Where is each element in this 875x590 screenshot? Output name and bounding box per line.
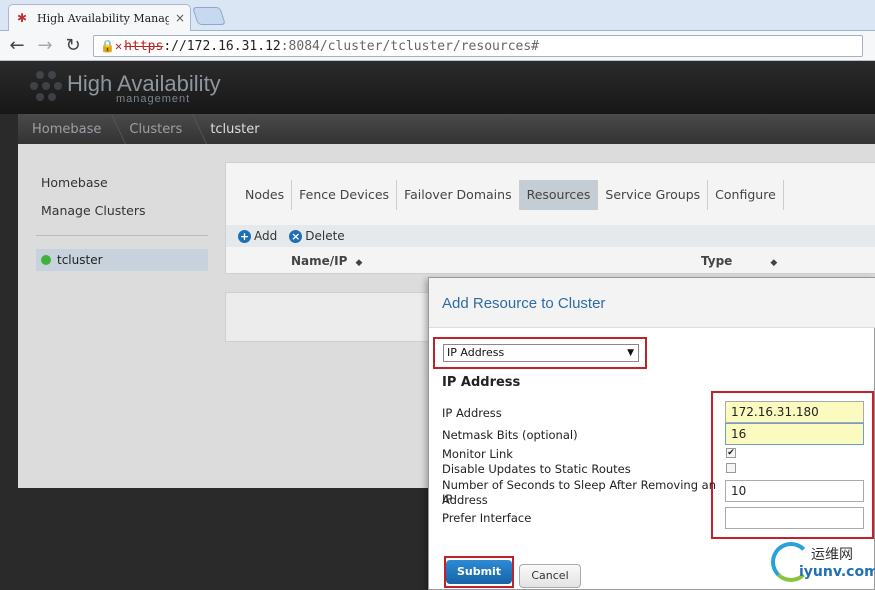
column-header-type[interactable]: Type ◆	[701, 254, 777, 268]
url-path: :8084/cluster/tcluster/resources#	[280, 38, 539, 54]
tab-nodes[interactable]: Nodes	[238, 180, 293, 210]
delete-icon: ×	[289, 229, 303, 243]
back-icon[interactable]: ←	[6, 35, 28, 57]
resource-type-value: IP Address	[447, 346, 505, 359]
tab-service-groups[interactable]: Service Groups	[598, 180, 709, 210]
dialog-header: Add Resource to Cluster	[429, 278, 875, 328]
monitor-link-label: Monitor Link	[442, 447, 513, 461]
resource-type-select[interactable]: IP Address ▼	[443, 344, 639, 362]
url-separator: ://	[163, 38, 187, 54]
address-bar[interactable]: 🔒✕ https :// 172.16.31.12 :8084/cluster/…	[93, 35, 863, 57]
cluster-tabs: Nodes Fence Devices Failover Domains Res…	[238, 180, 784, 210]
sort-icon[interactable]: ◆	[770, 258, 777, 268]
disable-updates-checkbox[interactable]	[726, 463, 736, 473]
sleep-seconds-label-cont: Address	[442, 493, 488, 507]
tab-resources[interactable]: Resources	[519, 180, 599, 210]
insecure-lock-icon[interactable]: 🔒✕	[100, 39, 122, 53]
action-bar: + Add × Delete	[226, 225, 875, 247]
netmask-input[interactable]: 16	[725, 423, 864, 445]
tab-failover-domains[interactable]: Failover Domains	[397, 180, 520, 210]
ip-address-input[interactable]: 172.16.31.180	[725, 401, 864, 423]
plus-icon: +	[238, 229, 251, 243]
dropdown-arrow-icon: ▼	[627, 348, 634, 358]
delete-label: Delete	[305, 229, 345, 243]
new-tab-button[interactable]	[192, 7, 226, 25]
empty-panel	[225, 292, 435, 342]
sort-icon[interactable]: ◆	[355, 258, 362, 268]
sidebar-item-homebase[interactable]: Homebase	[41, 175, 108, 190]
prefer-interface-input[interactable]	[725, 507, 864, 529]
netmask-label: Netmask Bits (optional)	[442, 428, 578, 442]
table-header: Name/IP ◆ Type ◆	[226, 249, 875, 273]
app-header: High Availability management	[0, 61, 875, 114]
breadcrumb-clusters[interactable]: Clusters	[115, 122, 196, 137]
browser-tabbar: ✱ High Availability Manag ×	[0, 0, 875, 31]
close-icon[interactable]: ×	[175, 11, 185, 25]
sidebar-divider	[36, 235, 208, 236]
tab-fence-devices[interactable]: Fence Devices	[292, 180, 398, 210]
prefer-interface-label: Prefer Interface	[442, 511, 532, 525]
breadcrumb-current: tcluster	[210, 121, 260, 137]
sleep-seconds-input[interactable]: 10	[725, 480, 864, 502]
status-dot-icon	[41, 255, 51, 265]
tab-configure[interactable]: Configure	[708, 180, 784, 210]
section-title: IP Address	[442, 375, 521, 390]
highlight-box: Submit	[444, 556, 514, 588]
watermark-logo: 运维网 iyunv.com	[767, 540, 875, 590]
dialog-title: Add Resource to Cluster	[442, 295, 606, 312]
add-label: Add	[254, 229, 278, 243]
sidebar-item-cluster[interactable]: tcluster	[36, 249, 208, 271]
submit-button[interactable]: Submit	[446, 560, 512, 584]
forward-icon[interactable]: →	[34, 35, 56, 57]
column-header-type-label: Type	[701, 254, 733, 268]
disable-updates-label: Disable Updates to Static Routes	[442, 462, 631, 476]
logo-icon	[30, 71, 62, 101]
highlight-box: IP Address ▼	[433, 337, 647, 369]
sidebar-item-manage-clusters[interactable]: Manage Clusters	[41, 203, 146, 218]
cluster-name: tcluster	[57, 253, 103, 267]
url-host: 172.16.31.12	[186, 38, 281, 54]
breadcrumb-homebase[interactable]: Homebase	[18, 122, 115, 137]
app-favicon-icon: ✱	[17, 11, 28, 25]
ip-address-label: IP Address	[442, 406, 502, 420]
add-button[interactable]: + Add	[238, 229, 277, 243]
app-subtitle: management	[116, 93, 191, 105]
browser-tab[interactable]: ✱ High Availability Manag ×	[8, 4, 191, 31]
resources-panel: Nodes Fence Devices Failover Domains Res…	[225, 162, 875, 274]
breadcrumb: Homebase Clusters tcluster	[18, 114, 875, 144]
cancel-button[interactable]: Cancel	[519, 564, 581, 588]
monitor-link-checkbox[interactable]: ✔	[726, 448, 736, 458]
column-header-name[interactable]: Name/IP ◆	[291, 254, 362, 268]
browser-toolbar: ← → ↻ 🔒✕ https :// 172.16.31.12 :8084/cl…	[0, 31, 875, 61]
tab-title: High Availability Manag	[37, 11, 169, 25]
url-protocol: https	[124, 38, 164, 54]
watermark-text-bottom: iyunv.com	[799, 564, 875, 580]
delete-button[interactable]: × Delete	[289, 229, 345, 243]
page-footer-dark	[0, 488, 428, 590]
reload-icon[interactable]: ↻	[62, 35, 84, 57]
watermark-text-top: 运维网	[811, 547, 853, 563]
column-header-name-label: Name/IP	[291, 254, 348, 268]
